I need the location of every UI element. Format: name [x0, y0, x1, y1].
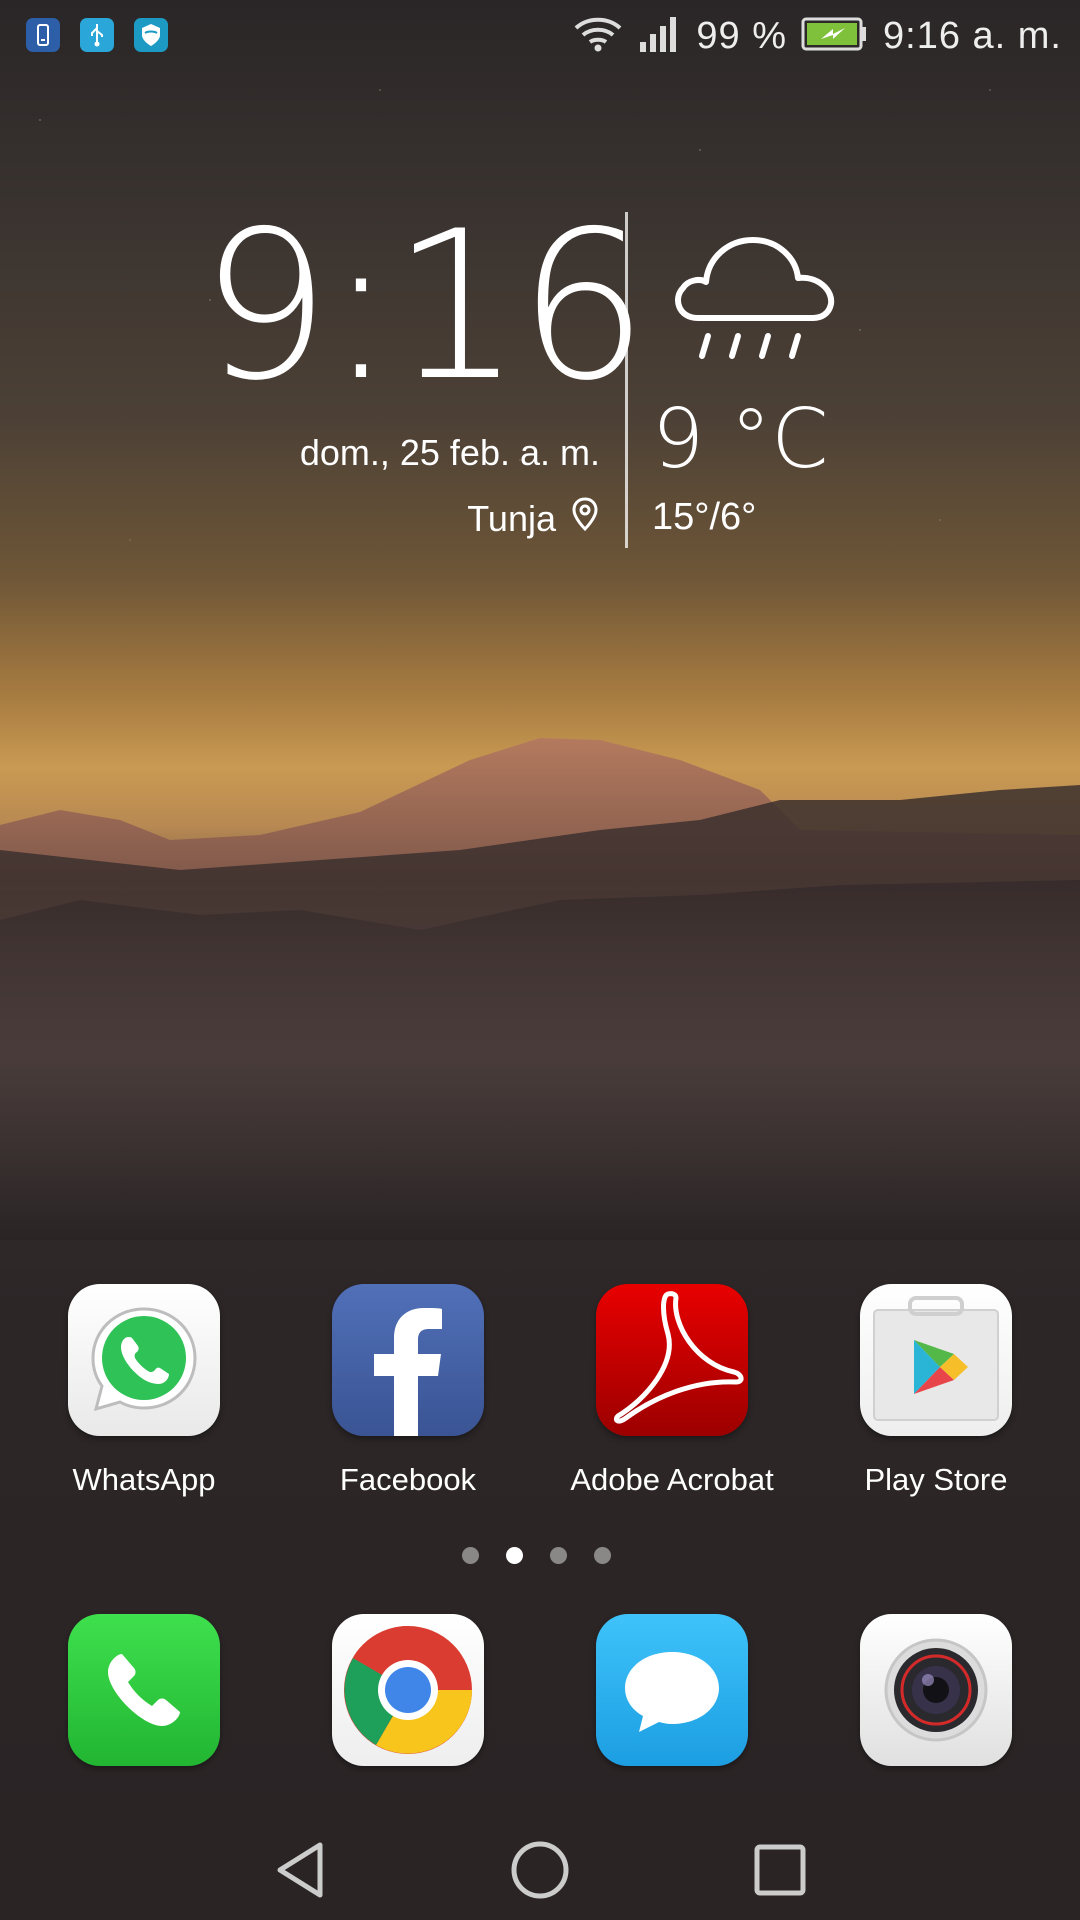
- clock-widget-time[interactable]: 9:16: [200, 205, 648, 410]
- whatsapp-icon[interactable]: [68, 1284, 220, 1436]
- dock-phone[interactable]: [44, 1614, 244, 1766]
- app-label-whatsapp: WhatsApp: [72, 1462, 216, 1497]
- app-label-adobe-acrobat: Adobe Acrobat: [570, 1462, 774, 1497]
- recents-icon[interactable]: [735, 1830, 825, 1910]
- app-adobe-acrobat[interactable]: Adobe Acrobat: [570, 1284, 774, 1498]
- notification-icons: [26, 18, 168, 52]
- facebook-icon[interactable]: [332, 1284, 484, 1436]
- location-name: Tunja: [467, 497, 556, 539]
- clock-widget-date: dom., 25 feb. a. m.: [299, 432, 600, 473]
- camera-icon[interactable]: [860, 1614, 1012, 1766]
- shield-icon: [134, 18, 168, 52]
- app-whatsapp[interactable]: WhatsApp: [44, 1284, 244, 1498]
- app-facebook[interactable]: Facebook: [308, 1284, 508, 1498]
- battery-charging-icon: [801, 17, 869, 56]
- wallpaper-landscape: [0, 738, 1080, 1240]
- signal-icon: [638, 14, 682, 59]
- phone-icon[interactable]: [68, 1614, 220, 1766]
- navigation-bar: [0, 1830, 1080, 1920]
- widget-divider: [625, 212, 628, 548]
- adobe-acrobat-icon[interactable]: [596, 1284, 748, 1436]
- clock-widget-location[interactable]: Tunja: [300, 496, 600, 541]
- home-icon[interactable]: [495, 1830, 585, 1910]
- screen-rotation-icon: [26, 18, 60, 52]
- weather-temperature[interactable]: 9 °C: [652, 392, 829, 487]
- location-pin-icon: [570, 496, 600, 541]
- page-indicator: [462, 1547, 611, 1564]
- page-dot-1[interactable]: [462, 1547, 479, 1564]
- page-dot-3[interactable]: [550, 1547, 567, 1564]
- page-dot-2[interactable]: [506, 1547, 523, 1564]
- status-bar: 99 % 9:16 a. m.: [0, 0, 1080, 72]
- dock-chrome[interactable]: [308, 1614, 508, 1766]
- chrome-icon[interactable]: [332, 1614, 484, 1766]
- usb-icon: [80, 18, 114, 52]
- app-label-play-store: Play Store: [864, 1462, 1008, 1497]
- dock-messages[interactable]: [572, 1614, 772, 1766]
- messages-icon[interactable]: [596, 1614, 748, 1766]
- wifi-icon: [572, 14, 624, 59]
- play-store-icon[interactable]: [860, 1284, 1012, 1436]
- weather-temperature-range: 15°/6°: [652, 496, 757, 538]
- app-label-facebook: Facebook: [339, 1462, 477, 1497]
- back-icon[interactable]: [255, 1830, 345, 1910]
- dock-camera[interactable]: [836, 1614, 1036, 1766]
- page-dot-4[interactable]: [594, 1547, 611, 1564]
- status-time: 9:16 a. m.: [883, 15, 1062, 57]
- rain-cloud-icon[interactable]: [668, 218, 838, 368]
- battery-percent: 99 %: [696, 15, 788, 57]
- app-play-store[interactable]: Play Store: [836, 1284, 1036, 1498]
